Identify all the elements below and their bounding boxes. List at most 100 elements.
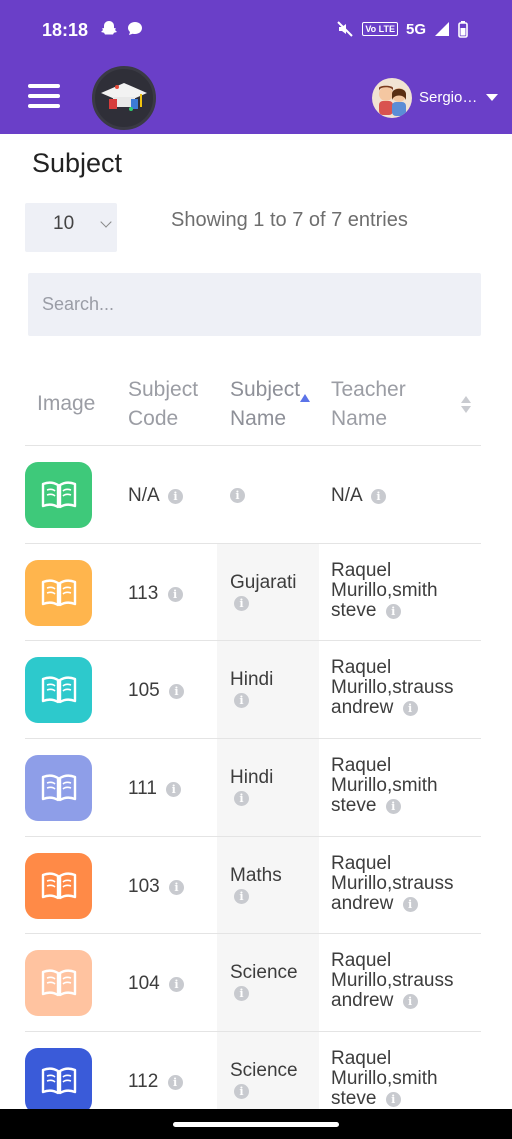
column-header-label: Subject bbox=[128, 378, 199, 401]
chevron-down-icon bbox=[100, 216, 112, 228]
teacher-name-cell: Raquel Murillo,smith steve i bbox=[331, 560, 481, 621]
book-icon bbox=[41, 579, 77, 606]
gesture-nav-bar bbox=[0, 1109, 512, 1139]
menu-icon[interactable] bbox=[28, 84, 60, 110]
table-body: N/A i i N/A i 113 i Gujarati i Raquel Muri… bbox=[25, 446, 481, 1130]
teacher-name-line: N/A bbox=[331, 485, 362, 506]
column-header-subject-name[interactable]: Subject Name bbox=[230, 375, 300, 433]
network-label: 5G bbox=[405, 20, 426, 38]
info-icon[interactable]: i bbox=[167, 1075, 183, 1091]
subject-name-cell: Science i bbox=[230, 1061, 312, 1101]
subject-code: 105 bbox=[128, 680, 160, 702]
info-icon[interactable]: i bbox=[168, 684, 184, 700]
teacher-name-line: Raquel bbox=[331, 657, 392, 679]
subject-code-cell: N/A i bbox=[128, 486, 183, 506]
school-logo[interactable] bbox=[92, 66, 156, 130]
subject-code: 113 bbox=[128, 582, 159, 604]
info-icon[interactable]: i bbox=[168, 879, 184, 895]
teacher-name-cell: N/A i bbox=[331, 486, 481, 506]
page-size-value: 10 bbox=[53, 213, 75, 234]
chat-bubble-icon bbox=[128, 22, 142, 35]
teacher-name-line: Raquel bbox=[331, 755, 392, 777]
subject-name: Hindi bbox=[230, 669, 274, 691]
column-header-label: Name bbox=[331, 407, 388, 430]
teacher-name-line: Murillo,strauss bbox=[331, 970, 454, 992]
info-icon[interactable]: i bbox=[385, 603, 401, 619]
teacher-name-line: Murillo,smith bbox=[331, 579, 438, 601]
user-name[interactable]: Sergio… bbox=[419, 89, 477, 106]
info-icon[interactable]: i bbox=[168, 977, 184, 993]
page-size-select[interactable]: 10 bbox=[25, 203, 117, 252]
teacher-name-cell: Raquel Murillo,strauss andrew i bbox=[331, 658, 481, 718]
teacher-name-line: andrew bbox=[331, 892, 394, 914]
info-icon[interactable]: i bbox=[402, 994, 418, 1010]
info-icon[interactable]: i bbox=[234, 791, 249, 807]
info-icon[interactable]: i bbox=[234, 888, 249, 904]
table-row[interactable]: 113 i Gujarati i Raquel Murillo,smith steve… bbox=[25, 543, 481, 642]
teacher-name-line: Murillo,strauss bbox=[331, 872, 454, 894]
teacher-name-line: Murillo,smith bbox=[331, 775, 438, 797]
info-icon[interactable]: i bbox=[167, 586, 183, 602]
sort-ascending-icon[interactable] bbox=[300, 394, 310, 402]
subject-name-cell: Gujarati i bbox=[230, 572, 312, 613]
column-header-subject-code[interactable]: Subject Code bbox=[128, 375, 198, 433]
subject-code: 112 bbox=[128, 1071, 159, 1093]
book-icon bbox=[41, 969, 77, 997]
subject-name-cell: Hindi i bbox=[230, 670, 312, 710]
subject-code-cell: 104 i bbox=[128, 974, 184, 994]
column-header-label: Subject bbox=[230, 378, 301, 401]
table-row[interactable]: 111 i Hindi i Raquel Murillo,smith steve i bbox=[25, 739, 481, 837]
subject-name: Hindi bbox=[230, 767, 274, 789]
home-gesture-handle[interactable] bbox=[173, 1122, 339, 1127]
book-icon bbox=[41, 774, 77, 802]
table-row[interactable]: 105 i Hindi i Raquel Murillo,strauss andrew… bbox=[25, 641, 481, 740]
info-icon[interactable]: i bbox=[167, 489, 183, 504]
caret-down-icon[interactable] bbox=[486, 94, 498, 101]
teacher-name-cell: Raquel Murillo,strauss andrew i bbox=[331, 853, 481, 914]
subject-code-cell: 103 i bbox=[128, 876, 184, 897]
teacher-name-line: Raquel bbox=[331, 1048, 392, 1070]
table-header: Image Subject Code Subject Name Teacher … bbox=[25, 362, 481, 446]
teacher-name-cell: Raquel Murillo,smith steve i bbox=[331, 756, 481, 816]
subject-code-cell: 112 i bbox=[128, 1072, 183, 1092]
info-icon[interactable]: i bbox=[385, 1092, 401, 1108]
teacher-name-line: andrew bbox=[331, 697, 394, 719]
subject-name-cell: Science i bbox=[230, 963, 312, 1003]
subject-image[interactable] bbox=[25, 559, 92, 626]
battery-icon bbox=[458, 21, 468, 38]
info-icon[interactable]: i bbox=[234, 595, 249, 611]
user-avatar[interactable] bbox=[372, 78, 412, 118]
subject-image[interactable] bbox=[25, 852, 92, 919]
subject-code: N/A bbox=[128, 485, 159, 506]
search-input[interactable] bbox=[28, 273, 481, 336]
book-icon bbox=[41, 1067, 77, 1095]
info-icon[interactable]: i bbox=[230, 488, 245, 503]
column-header-teacher-name[interactable]: Teacher Name bbox=[331, 375, 406, 433]
subject-code: 111 bbox=[128, 778, 157, 800]
info-icon[interactable]: i bbox=[385, 799, 401, 815]
system-icons: Vo LTE 5G bbox=[336, 20, 468, 38]
subject-image[interactable] bbox=[25, 1048, 92, 1115]
info-icon[interactable]: i bbox=[370, 489, 386, 504]
sort-icon[interactable] bbox=[461, 396, 471, 416]
info-icon[interactable]: i bbox=[166, 782, 182, 798]
column-header-label: Teacher bbox=[331, 378, 406, 401]
subject-name-cell: Maths i bbox=[230, 865, 312, 906]
subject-image[interactable] bbox=[25, 755, 92, 822]
table-row[interactable]: 104 i Science i Raquel Murillo,strauss andr… bbox=[25, 934, 481, 1033]
subject-image[interactable] bbox=[25, 462, 92, 528]
table-row[interactable]: N/A i i N/A i bbox=[25, 446, 481, 544]
mute-icon bbox=[337, 21, 354, 37]
subject-image[interactable] bbox=[25, 657, 92, 724]
teacher-name-cell: Raquel Murillo,smith steve i bbox=[331, 1049, 481, 1109]
info-icon[interactable]: i bbox=[234, 986, 249, 1002]
subject-code-cell: 113 i bbox=[128, 582, 183, 604]
info-icon[interactable]: i bbox=[234, 1084, 249, 1100]
book-icon bbox=[41, 481, 77, 509]
table-row[interactable]: 103 i Maths i Raquel Murillo,strauss andrew… bbox=[25, 836, 481, 935]
info-icon[interactable]: i bbox=[234, 693, 249, 709]
snapchat-icon bbox=[101, 21, 117, 35]
info-icon[interactable]: i bbox=[402, 701, 418, 717]
subject-image[interactable] bbox=[25, 950, 92, 1017]
info-icon[interactable]: i bbox=[402, 896, 418, 912]
